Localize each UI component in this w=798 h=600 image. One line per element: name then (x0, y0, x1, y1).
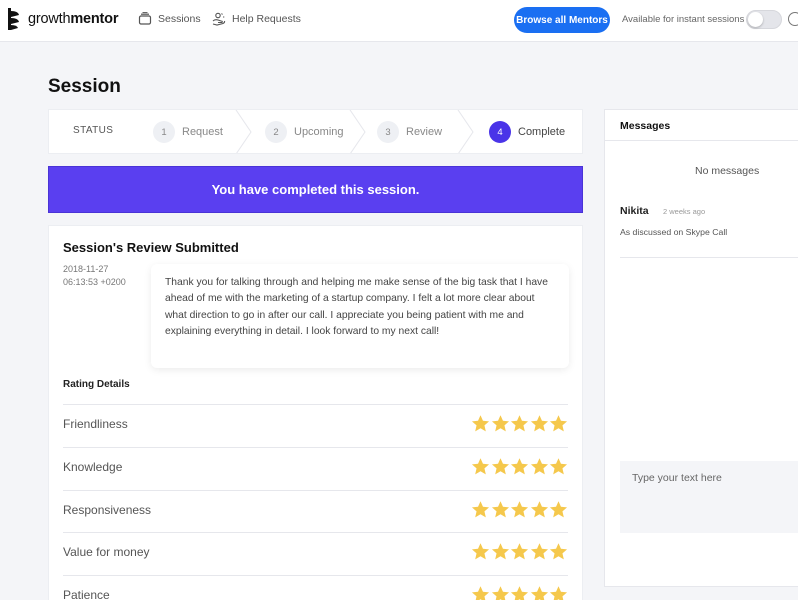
top-navbar: growthmentor Sessions Help Requests Brow… (0, 0, 798, 42)
messages-title: Messages (620, 120, 671, 132)
help-hand-icon (212, 12, 226, 26)
browse-mentors-button[interactable]: Browse all Mentors (514, 7, 610, 33)
star-icon (491, 458, 509, 475)
step-number: 2 (265, 121, 287, 143)
star-icon (510, 501, 529, 518)
sessions-icon (138, 12, 152, 25)
star-icon (549, 415, 568, 432)
star-icon (510, 458, 529, 475)
availability-toggle[interactable] (746, 10, 782, 29)
rating-row-responsiveness: Responsiveness (63, 490, 568, 533)
review-date: 2018-11-27 (63, 264, 109, 274)
rating-row-knowledge: Knowledge (63, 447, 568, 490)
more-options-icon[interactable] (788, 12, 798, 26)
star-rating (471, 585, 569, 600)
status-label: STATUS (73, 125, 114, 136)
message-input[interactable] (620, 461, 798, 533)
step-label: Request (182, 126, 223, 138)
step-review[interactable]: 3 Review (377, 121, 442, 143)
star-icon (471, 415, 490, 432)
session-completed-banner: You have completed this session. (48, 166, 583, 213)
no-messages-text: No messages (695, 165, 760, 177)
star-icon (549, 458, 568, 475)
star-icon (510, 543, 529, 560)
step-label: Upcoming (294, 126, 344, 138)
logo-icon (8, 8, 19, 30)
step-label: Complete (518, 126, 566, 138)
star-icon (530, 586, 548, 600)
star-icon (471, 543, 490, 560)
star-icon (471, 501, 490, 518)
step-number: 3 (377, 121, 399, 143)
rating-name: Responsiveness (63, 503, 152, 517)
star-icon (530, 501, 548, 518)
star-rating (471, 457, 569, 476)
nav-help-requests-label: Help Requests (232, 13, 301, 25)
availability-label: Available for instant sessions (622, 14, 745, 25)
star-icon (491, 415, 509, 432)
rating-details-title: Rating Details (63, 379, 130, 390)
star-icon (510, 415, 529, 432)
message-time: 2 weeks ago (663, 207, 706, 216)
star-icon (530, 458, 548, 475)
nav-help-requests[interactable]: Help Requests (212, 12, 301, 26)
brand-logo[interactable]: growthmentor (8, 8, 118, 30)
star-icon (549, 501, 568, 518)
star-icon (471, 458, 490, 475)
status-stepper: STATUS 1 Request 2 Upcoming 3 Review 4 C… (48, 109, 583, 154)
review-text: Thank you for talking through and helpin… (151, 264, 569, 368)
step-complete[interactable]: 4 Complete (489, 121, 565, 143)
rating-row-patience: Patience (63, 575, 568, 600)
toggle-knob (748, 12, 763, 27)
star-icon (530, 415, 548, 432)
star-icon (491, 586, 509, 600)
messages-header: Messages (605, 110, 798, 141)
divider (620, 257, 798, 258)
rating-name: Knowledge (63, 460, 123, 474)
step-number: 4 (489, 121, 511, 143)
banner-text: You have completed this session. (211, 182, 420, 197)
rating-name: Value for money (63, 545, 150, 559)
star-icon (510, 586, 529, 600)
star-icon (491, 543, 509, 560)
rating-row-value-for-money: Value for money (63, 532, 568, 575)
nav-sessions[interactable]: Sessions (138, 12, 201, 26)
star-icon (549, 543, 568, 560)
message-author: Nikita (620, 205, 649, 217)
star-icon (491, 501, 509, 518)
step-divider-chevron (235, 110, 252, 153)
review-title: Session's Review Submitted (63, 240, 239, 255)
review-time: 06:13:53 +0200 (63, 277, 126, 287)
star-icon (530, 543, 548, 560)
star-icon (471, 586, 490, 600)
star-rating (471, 414, 569, 433)
star-rating (471, 500, 569, 519)
review-timestamp: 2018-11-27 06:13:53 +0200 (63, 263, 143, 289)
step-upcoming[interactable]: 2 Upcoming (265, 121, 344, 143)
review-card: Session's Review Submitted 2018-11-27 06… (48, 225, 583, 600)
messages-panel: Messages No messages Nikita 2 weeks ago … (604, 109, 798, 587)
nav-sessions-label: Sessions (158, 13, 201, 25)
star-rating (471, 542, 569, 561)
message-body: As discussed on Skype Call (620, 227, 728, 237)
step-number: 1 (153, 121, 175, 143)
step-request[interactable]: 1 Request (153, 121, 223, 143)
rating-name: Patience (63, 588, 110, 600)
rating-row-friendliness: Friendliness (63, 404, 568, 447)
step-divider-chevron (349, 110, 366, 153)
rating-name: Friendliness (63, 417, 128, 431)
step-label: Review (406, 126, 443, 138)
page-title: Session (48, 76, 121, 97)
logo-text: growthmentor (28, 11, 119, 27)
star-icon (549, 586, 568, 600)
step-divider-chevron (457, 110, 474, 153)
